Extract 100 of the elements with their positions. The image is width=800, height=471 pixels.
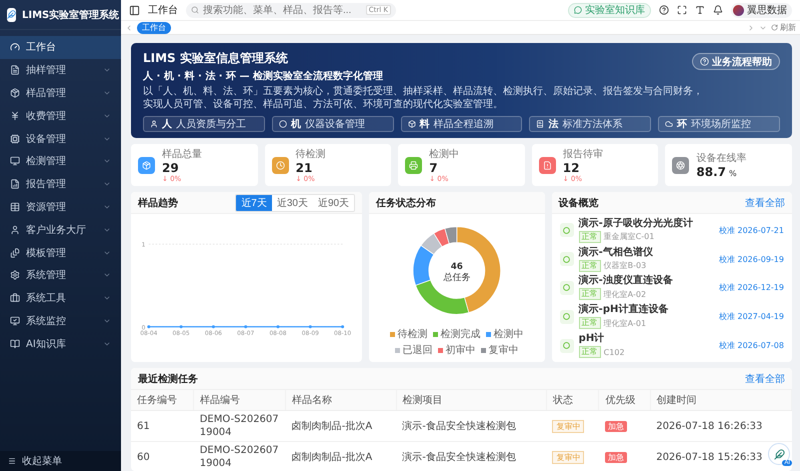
help-icon[interactable] — [659, 5, 669, 15]
range-tab[interactable]: 近7天 — [236, 194, 272, 210]
nav-item[interactable]: 抽样管理 — [0, 58, 121, 82]
card-title: 设备概览 — [558, 196, 599, 210]
status-tag: 正常 — [578, 230, 601, 243]
stat-label: 检测中 — [429, 148, 460, 161]
table-cell: 卤制肉制品-批次A — [286, 410, 396, 442]
data-point — [276, 325, 280, 328]
status-tag: 复审中 — [552, 420, 584, 432]
pillar-label: 人员资质与分工 — [176, 118, 246, 131]
font-size-icon[interactable] — [695, 5, 705, 15]
feather-icon — [774, 448, 784, 460]
stat-label: 报告待审 — [562, 148, 603, 161]
legend-swatch — [433, 332, 438, 336]
column-header: 优先级 — [598, 390, 650, 410]
legend-swatch — [438, 348, 444, 352]
nav-item[interactable]: 模板管理 — [0, 241, 121, 264]
stat-unit: % — [729, 169, 737, 178]
pillar-chip[interactable]: 法 标准方法体系 — [529, 116, 652, 132]
user-menu[interactable]: 翼思数据 — [731, 2, 792, 18]
range-tab[interactable]: 近90天 — [312, 194, 354, 210]
pillar-mark: 料 — [420, 118, 430, 131]
stat-label: 设备在线率 — [696, 152, 746, 165]
status-tag: 正常 — [578, 260, 601, 272]
nav-label: 模板管理 — [26, 246, 67, 260]
document-icon — [10, 65, 20, 76]
collapse-label: 收起菜单 — [22, 454, 62, 468]
page-tab[interactable]: 工作台 — [137, 22, 171, 34]
view-all-link[interactable]: 查看全部 — [745, 372, 785, 386]
table-icon — [10, 202, 20, 212]
status-tag: 正常 — [578, 317, 601, 330]
ring-icon — [278, 120, 287, 128]
device-location: 理化室A-01 — [604, 318, 646, 329]
pillar-mark: 人 — [162, 118, 172, 131]
pillar-chip[interactable]: 人 人员资质与分工 — [143, 116, 265, 132]
calibration-date: 校准 2026-12-19 — [718, 282, 784, 294]
nav-item[interactable]: 工作台 — [0, 36, 121, 59]
stat-label: 待检测 — [296, 148, 326, 161]
nav-item[interactable]: 样品管理 — [0, 82, 121, 104]
settings-icon — [10, 270, 20, 280]
nav-item[interactable]: 检测管理 — [0, 150, 121, 173]
legend-label: 复审中 — [488, 344, 518, 357]
nav-item[interactable]: 设备管理 — [0, 127, 121, 150]
nav-item[interactable]: 系统工具 — [0, 286, 121, 310]
help-button[interactable]: 业务流程帮助 — [692, 53, 780, 70]
calibration-date: 校准 2027-04-19 — [718, 311, 784, 322]
collapse-menu-button[interactable]: 收起菜单 — [0, 451, 121, 471]
bell-icon[interactable] — [713, 5, 723, 15]
table-cell: 演示-食品安全快速检测包 — [396, 410, 546, 442]
nav-label: 抽样管理 — [26, 64, 67, 78]
card-title: 最近检测任务 — [138, 372, 198, 386]
device-location: 理化室A-02 — [604, 288, 646, 300]
menu-fold-button[interactable] — [129, 4, 140, 16]
pillar-chip[interactable]: 料 样品全程追溯 — [400, 116, 522, 132]
table-cell: 60 — [131, 442, 194, 471]
nav-item[interactable]: 客户业务大厅 — [0, 218, 121, 242]
device-name: 演示-气相色谱仪 — [578, 246, 654, 259]
view-all-link[interactable]: 查看全部 — [745, 196, 785, 210]
status-tag: 复审中 — [552, 450, 584, 464]
table-cell: DEMO-S20260719004 — [194, 410, 286, 442]
calibration-date: 校准 2026-07-21 — [718, 224, 784, 236]
nav-label: 设备管理 — [26, 132, 67, 146]
nav-label: 客户业务大厅 — [26, 224, 87, 237]
table-cell: 2026-07-18 16:26:33 — [650, 410, 792, 442]
nav-item[interactable]: 系统管理 — [0, 264, 121, 287]
nav-item[interactable]: 系统监控 — [0, 310, 121, 332]
table-cell: 演示-食品安全快速检测包 — [396, 442, 546, 471]
feather-logo-icon — [7, 8, 16, 22]
pillar-label: 样品全程追溯 — [434, 118, 494, 131]
priority-tag: 加急 — [604, 452, 627, 462]
banner-subtitle: 人 · 机 · 料 · 法 · 环 — 检测实验室全流程数字化管理 — [143, 69, 384, 83]
total-label: 总任务 — [443, 273, 470, 284]
nav-label: 工作台 — [26, 40, 57, 54]
stat-label: 样品总量 — [162, 148, 202, 161]
column-header: 状态 — [546, 390, 599, 410]
refresh-button[interactable]: 刷新 — [771, 22, 796, 33]
menu-icon — [8, 457, 16, 465]
column-header: 样品编号 — [194, 390, 286, 410]
chip-icon — [10, 134, 20, 144]
chat-icon — [574, 6, 582, 14]
fullscreen-icon[interactable] — [677, 5, 687, 15]
data-point — [147, 325, 150, 328]
nav-item[interactable]: 收费管理 — [0, 104, 121, 128]
pillar-chip[interactable]: 环 环境场所监控 — [658, 116, 780, 132]
nav-label: 系统管理 — [26, 268, 67, 282]
nav-item[interactable]: 报告管理 — [0, 172, 121, 196]
cloud-icon — [665, 120, 674, 128]
monitor-icon — [10, 156, 20, 166]
legend-label: 已退回 — [402, 344, 432, 357]
range-tab[interactable]: 近30天 — [272, 194, 313, 210]
search-icon — [191, 6, 199, 14]
app-title: LIMS实验室管理系统 — [22, 8, 120, 22]
pillar-label: 标准方法体系 — [562, 118, 622, 131]
stat-value: 29 — [162, 161, 179, 175]
status-tag: 正常 — [578, 346, 601, 358]
column-header: 样品名称 — [286, 390, 396, 410]
nav-item[interactable]: AI知识库 — [0, 332, 121, 356]
ring-icon — [560, 310, 574, 324]
nav-item[interactable]: 资源管理 — [0, 196, 121, 218]
pillar-chip[interactable]: 机 仪器设备管理 — [272, 116, 394, 132]
